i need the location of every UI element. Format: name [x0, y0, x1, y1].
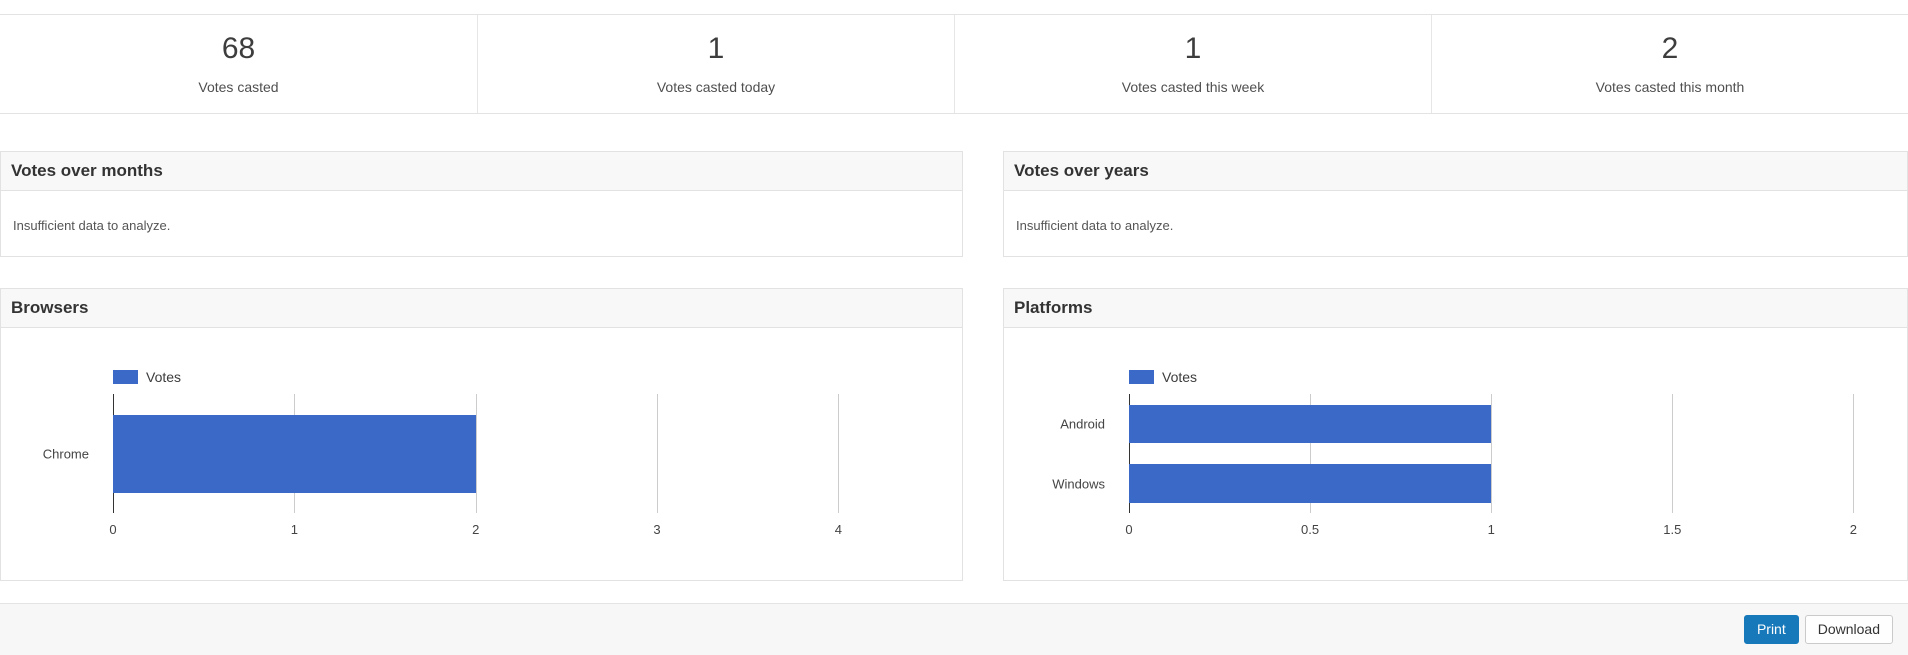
- browsers-bar-chart: Votes Chrome 0 1 2 3 4: [1, 369, 962, 542]
- chart-plot-area: Chrome: [1, 394, 962, 514]
- insufficient-data-message: Insufficient data to analyze.: [13, 218, 171, 234]
- stat-value: 2: [1661, 31, 1679, 65]
- bar-android[interactable]: [1129, 404, 1492, 444]
- votes-over-months-panel: Votes over months Insufficient data to a…: [0, 151, 963, 257]
- chart-legend: Votes: [1129, 369, 1907, 385]
- x-tick-label: 3: [653, 522, 661, 538]
- stat-label: Votes casted: [198, 78, 279, 95]
- insufficient-data-message: Insufficient data to analyze.: [1016, 218, 1174, 234]
- stat-value: 1: [1184, 31, 1202, 65]
- bar-windows[interactable]: [1129, 464, 1492, 503]
- gridline: [1672, 394, 1674, 514]
- category-label: Chrome: [42, 446, 89, 462]
- stats-row: 68 Votes casted 1 Votes casted today 1 V…: [0, 14, 1908, 114]
- x-axis-ticks: 0 0.5 1 1.5 2: [1125, 522, 1886, 542]
- gridline: [1491, 394, 1493, 514]
- x-tick-label: 2: [1849, 522, 1858, 538]
- stat-value: 1: [707, 31, 725, 65]
- x-tick-label: 4: [834, 522, 843, 538]
- browsers-panel: Browsers Votes Chrome 0 1 2 3 4: [0, 288, 963, 581]
- stat-label: Votes casted this month: [1595, 78, 1745, 95]
- x-tick-label: 1: [1487, 522, 1495, 538]
- stat-value: 68: [221, 31, 256, 65]
- votes-over-years-panel: Votes over years Insufficient data to an…: [1003, 151, 1908, 257]
- chart-panels-row: Browsers Votes Chrome 0 1 2 3 4 Platforms Vo…: [0, 288, 1908, 581]
- platforms-bar-chart: Votes Android Windows 0 0.5 1 1.5 2: [1004, 369, 1907, 542]
- x-tick-label: 1.5: [1663, 522, 1682, 538]
- panel-title: Browsers: [1, 289, 962, 329]
- legend-label: Votes: [1162, 369, 1198, 386]
- x-tick-label: 1: [290, 522, 298, 538]
- category-axis: Chrome: [1, 394, 101, 513]
- panel-title: Votes over months: [1, 152, 962, 192]
- stat-card-votes-casted: 68 Votes casted: [0, 15, 477, 113]
- x-axis-ticks: 0 1 2 3 4: [109, 522, 891, 542]
- legend-swatch: [113, 370, 138, 385]
- x-tick-label: 0.5: [1301, 522, 1320, 538]
- x-tick-label: 2: [472, 522, 480, 538]
- category-axis: Android Windows: [1004, 394, 1117, 513]
- legend-label: Votes: [146, 369, 182, 386]
- chart-legend: Votes: [113, 369, 962, 385]
- panel-title: Platforms: [1004, 289, 1907, 329]
- plot: [113, 394, 891, 514]
- gridline: [475, 394, 477, 514]
- stat-label: Votes casted today: [656, 78, 776, 95]
- footer-action-bar: Print Download: [0, 603, 1908, 655]
- stat-card-votes-casted-this-week: 1 Votes casted this week: [954, 15, 1431, 113]
- category-label: Android: [1060, 416, 1105, 432]
- bar-chrome[interactable]: [113, 415, 476, 493]
- platforms-panel: Platforms Votes Android Windows 0 0.5 1 1.5 2: [1003, 288, 1908, 581]
- category-label: Windows: [1052, 476, 1105, 492]
- plot: [1129, 394, 1886, 514]
- print-button[interactable]: Print: [1743, 615, 1799, 644]
- insight-panels-row: Votes over months Insufficient data to a…: [0, 151, 1908, 257]
- gridline: [657, 394, 659, 514]
- stat-card-votes-casted-this-month: 2 Votes casted this month: [1431, 15, 1908, 113]
- gridline: [838, 394, 840, 514]
- panel-title: Votes over years: [1004, 152, 1907, 192]
- x-tick-label: 0: [109, 522, 117, 538]
- gridline: [1853, 394, 1855, 514]
- stat-label: Votes casted this week: [1121, 78, 1265, 95]
- stat-card-votes-casted-today: 1 Votes casted today: [477, 15, 954, 113]
- download-button[interactable]: Download: [1804, 615, 1893, 644]
- legend-swatch: [1129, 370, 1154, 385]
- x-tick-label: 0: [1125, 522, 1133, 538]
- chart-plot-area: Android Windows: [1004, 394, 1907, 514]
